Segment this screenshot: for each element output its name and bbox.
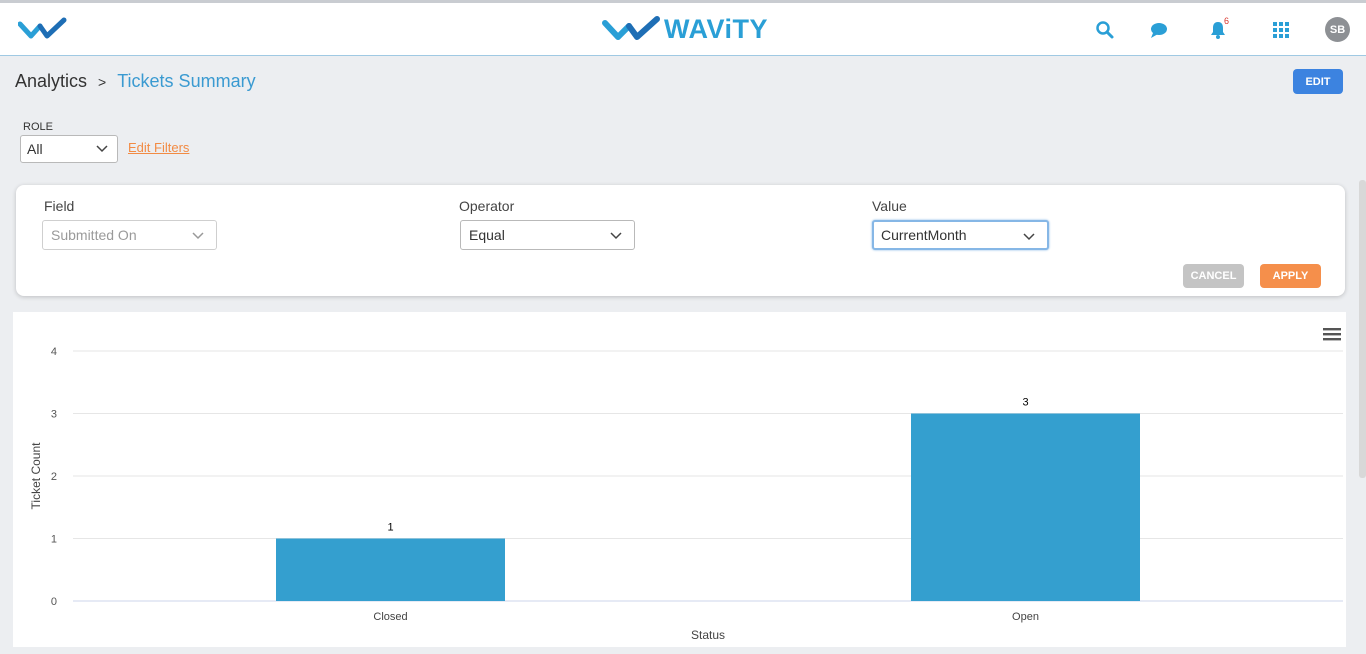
role-select-value: All bbox=[27, 141, 43, 157]
brand-logo: WAViTY bbox=[602, 13, 768, 45]
x-axis-label: Status bbox=[691, 628, 725, 642]
y-tick-label: 2 bbox=[51, 471, 57, 483]
x-tick-label: Open bbox=[1012, 611, 1039, 623]
search-icon[interactable] bbox=[1094, 19, 1116, 41]
operator-select[interactable]: Equal bbox=[460, 220, 635, 250]
brand-name: WAViTY bbox=[664, 13, 769, 44]
data-label: 1 bbox=[387, 522, 393, 534]
breadcrumb-separator: > bbox=[98, 73, 107, 90]
operator-select-value: Equal bbox=[469, 227, 505, 243]
field-select-value: Submitted On bbox=[51, 227, 137, 243]
avatar[interactable]: SB bbox=[1325, 17, 1350, 42]
data-label: 3 bbox=[1022, 397, 1028, 409]
bar-chart: 0 1 2 3 4 1 Closed 3 Open Status Ticket Count bbox=[29, 346, 1343, 642]
chart-card: 0 1 2 3 4 1 Closed 3 Open Status Ticket Count bbox=[13, 312, 1346, 647]
page-title: Tickets Summary bbox=[117, 71, 256, 91]
role-select[interactable]: All bbox=[20, 135, 118, 163]
chat-icon[interactable] bbox=[1148, 19, 1170, 41]
chevron-down-icon bbox=[1023, 233, 1035, 241]
edit-button[interactable]: EDIT bbox=[1293, 69, 1343, 94]
chevron-down-icon bbox=[96, 145, 108, 153]
y-tick-label: 0 bbox=[51, 596, 57, 608]
y-tick-label: 3 bbox=[51, 409, 57, 421]
bar bbox=[911, 413, 1140, 601]
chevron-down-icon bbox=[192, 232, 204, 240]
filter-panel: Field Submitted On Operator Equal Value … bbox=[16, 185, 1345, 296]
cancel-button[interactable]: CANCEL bbox=[1183, 264, 1244, 288]
y-tick-label: 4 bbox=[51, 346, 57, 358]
value-select-value: CurrentMonth bbox=[881, 227, 967, 243]
operator-label: Operator bbox=[459, 198, 515, 214]
x-tick-label: Closed bbox=[373, 611, 407, 623]
edit-filters-link[interactable]: Edit Filters bbox=[128, 140, 189, 155]
breadcrumb: Analytics > Tickets Summary bbox=[15, 71, 256, 92]
y-tick-label: 1 bbox=[51, 534, 57, 546]
apps-grid-icon[interactable] bbox=[1270, 19, 1292, 41]
wavity-logo-icon[interactable] bbox=[17, 16, 68, 42]
y-axis-label: Ticket Count bbox=[29, 442, 43, 510]
value-select[interactable]: CurrentMonth bbox=[872, 220, 1049, 250]
brand-mark-icon bbox=[602, 16, 660, 40]
field-select[interactable]: Submitted On bbox=[42, 220, 217, 250]
field-label: Field bbox=[44, 198, 75, 214]
breadcrumb-root[interactable]: Analytics bbox=[15, 71, 87, 92]
app-header: WAViTY 6 SB bbox=[0, 3, 1366, 56]
chevron-down-icon bbox=[610, 232, 622, 240]
bar bbox=[276, 538, 505, 601]
notification-count: 6 bbox=[1224, 16, 1230, 26]
scrollbar[interactable] bbox=[1359, 180, 1366, 478]
apply-button[interactable]: APPLY bbox=[1260, 264, 1321, 288]
role-label: ROLE bbox=[23, 121, 53, 133]
value-label: Value bbox=[872, 198, 907, 214]
chart-menu-icon[interactable] bbox=[1323, 327, 1341, 341]
